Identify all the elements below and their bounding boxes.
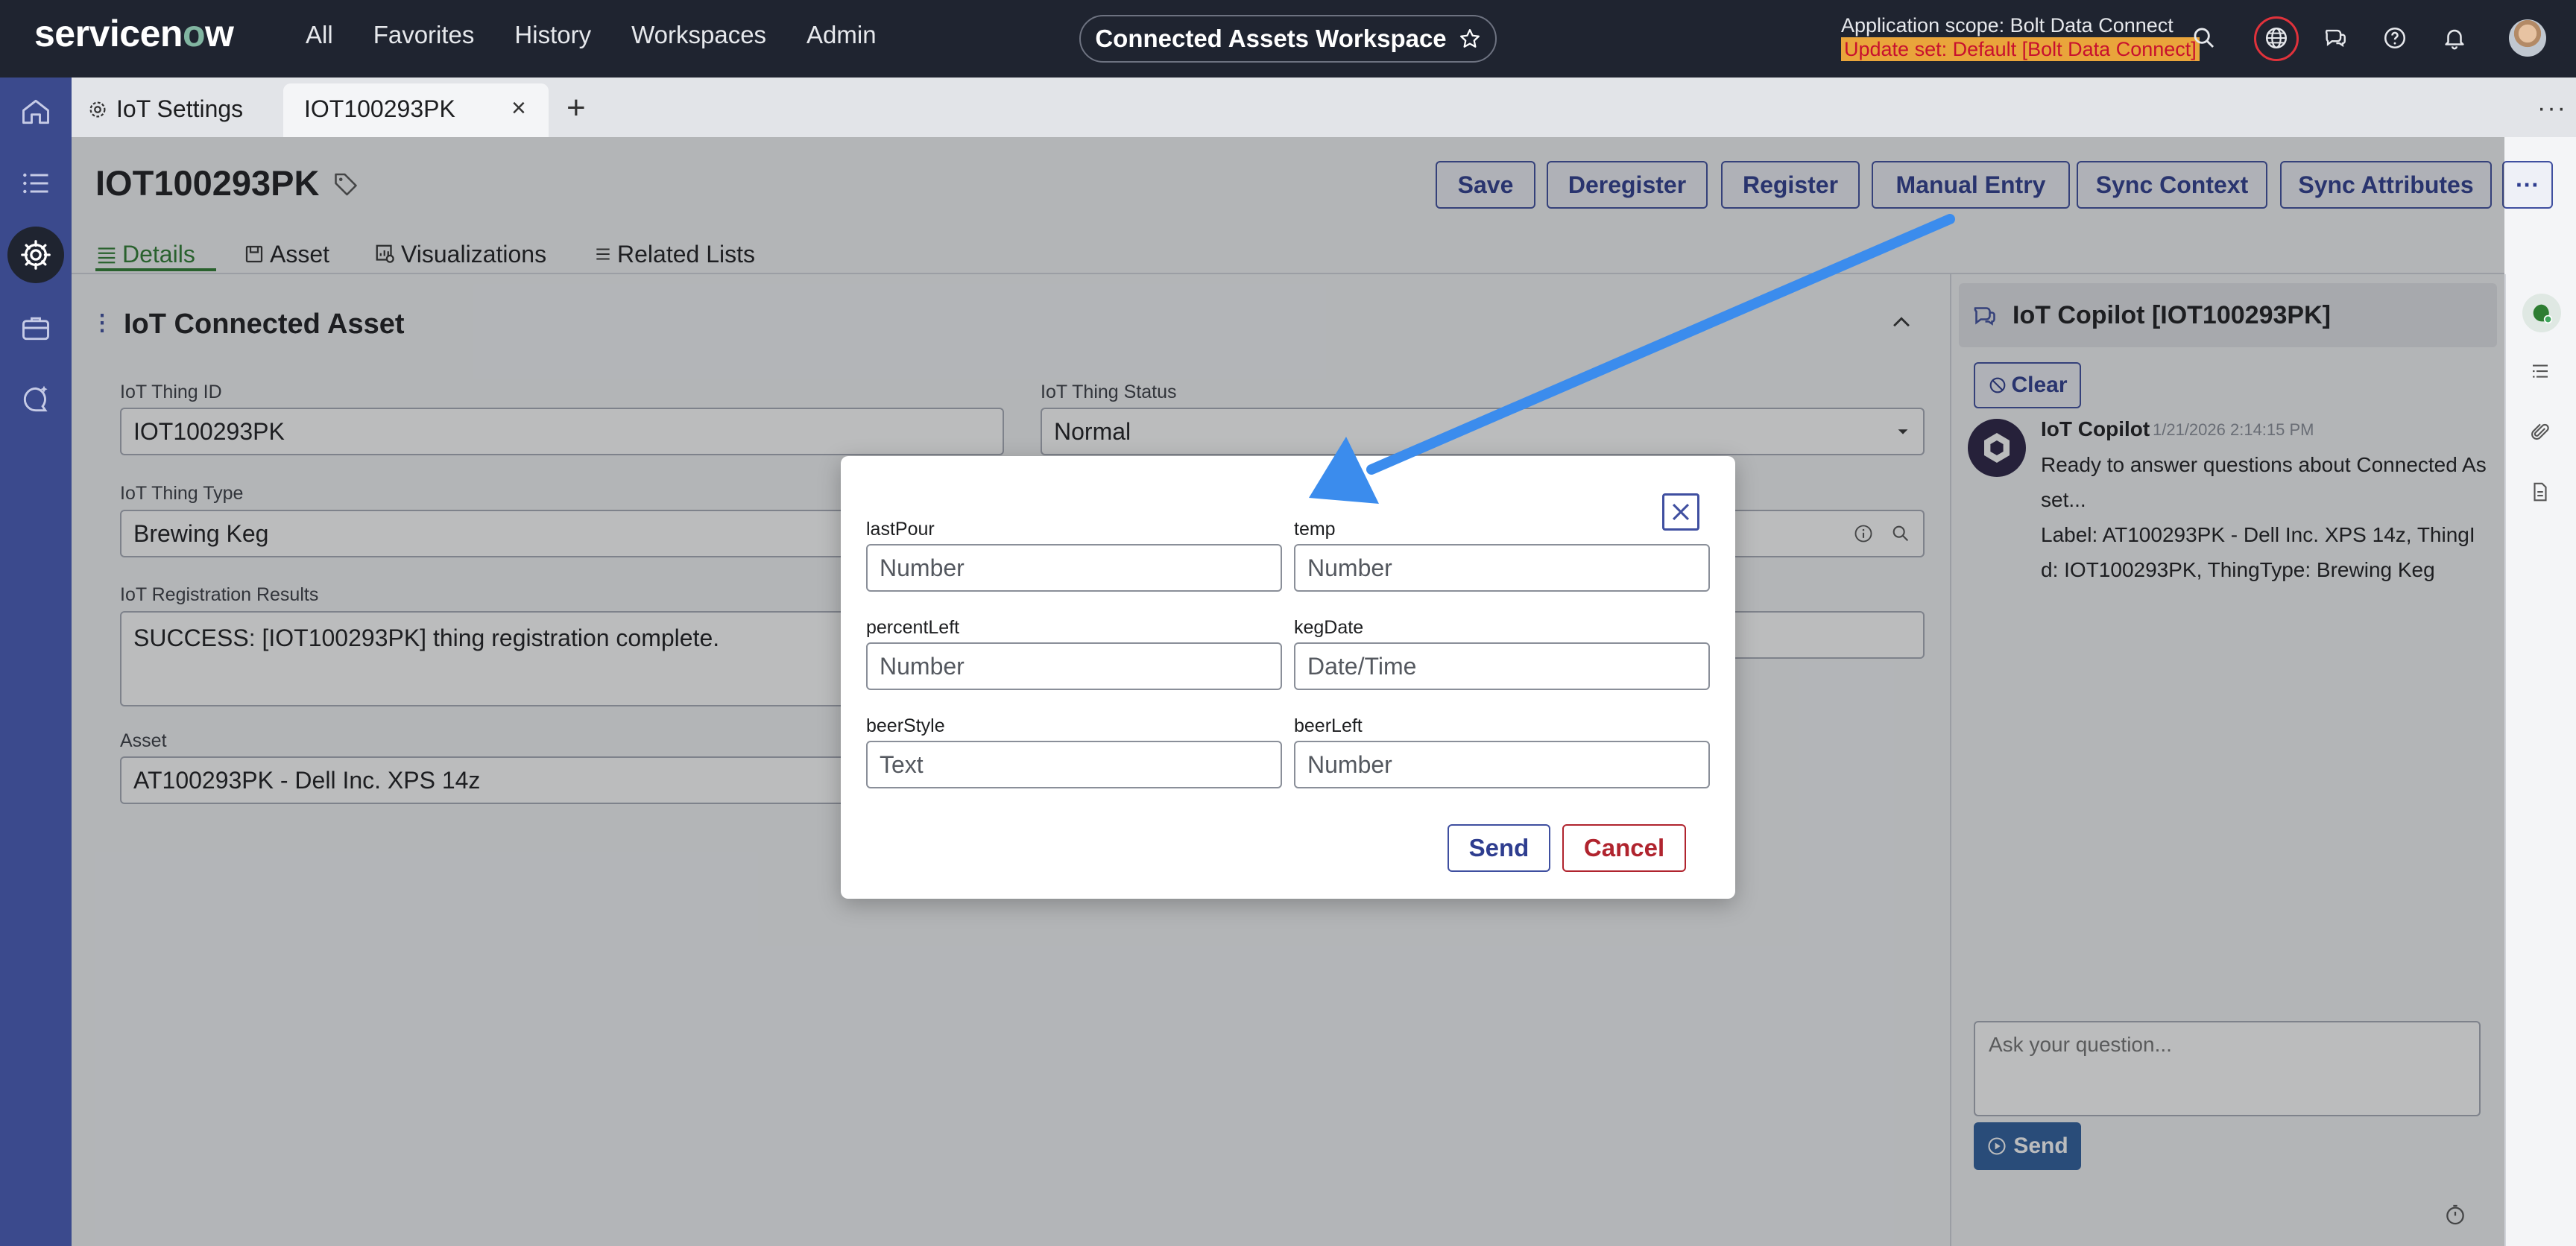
gear-icon [89,101,106,117]
main-nav: All Favorites History Workspaces Admin [306,21,877,49]
beerstyle-input[interactable] [866,741,1282,788]
nav-history[interactable]: History [514,21,591,49]
scope-text: Application scope: Bolt Data Connect [1841,14,2174,37]
search-icon[interactable] [2187,21,2221,55]
tab-label: IOT100293PK [304,95,455,122]
nav-workspaces[interactable]: Workspaces [631,21,766,49]
servicenow-logo[interactable]: servicenow [34,12,234,55]
left-rail [0,78,72,1246]
chat-icon[interactable] [2318,21,2352,55]
lastpour-input[interactable] [866,544,1282,592]
beerleft-input[interactable] [1294,741,1710,788]
percentleft-label: percentLeft [866,617,960,638]
more-actions-button[interactable]: ··· [2502,161,2553,209]
temp-label: temp [1294,519,1336,540]
help-icon[interactable] [2378,21,2412,55]
briefcase-icon[interactable] [18,310,54,346]
avatar[interactable] [2509,19,2546,57]
modal-cancel-button[interactable]: Cancel [1562,824,1686,872]
tab-strip-more-icon[interactable]: ··· [2537,94,2567,123]
top-header: servicenow All Favorites History Workspa… [0,0,2576,78]
nav-favorites[interactable]: Favorites [373,21,475,49]
attachment-icon[interactable] [2522,414,2558,450]
application-scope[interactable]: Application scope: Bolt Data Connect Upd… [1841,13,2200,61]
temp-input[interactable] [1294,544,1710,592]
globe-icon[interactable] [2259,21,2294,55]
workspace-name: Connected Assets Workspace [1095,25,1447,52]
copilot-toggle-icon[interactable] [2522,294,2561,332]
beerleft-label: beerLeft [1294,715,1363,736]
nav-all[interactable]: All [306,21,333,49]
close-tab-icon[interactable]: × [511,94,526,123]
workspace-pill[interactable]: Connected Assets Workspace [1079,15,1497,63]
update-set[interactable]: Update set: Default [Bolt Data Connect] [1841,37,2200,61]
document-icon[interactable] [2522,474,2558,510]
activity-list-icon[interactable] [2522,353,2558,389]
modal-send-button[interactable]: Send [1448,824,1550,872]
gear-icon[interactable] [7,227,64,283]
kegdate-input[interactable] [1294,642,1710,690]
add-tab-button[interactable]: + [566,89,586,127]
tab-iot-settings[interactable]: IoT Settings [86,95,243,123]
sparkle-chat-icon[interactable] [18,382,54,417]
nav-admin[interactable]: Admin [806,21,877,49]
close-icon [1672,503,1690,521]
star-icon[interactable] [1459,28,1481,50]
lastpour-label: lastPour [866,519,935,540]
list-icon[interactable] [18,165,54,201]
tab-label: IoT Settings [116,95,244,122]
kegdate-label: kegDate [1294,617,1364,638]
bell-icon[interactable] [2437,21,2472,55]
close-modal-button[interactable] [1662,493,1699,531]
beerstyle-label: beerStyle [866,715,945,736]
percentleft-input[interactable] [866,642,1282,690]
home-icon[interactable] [18,94,54,130]
